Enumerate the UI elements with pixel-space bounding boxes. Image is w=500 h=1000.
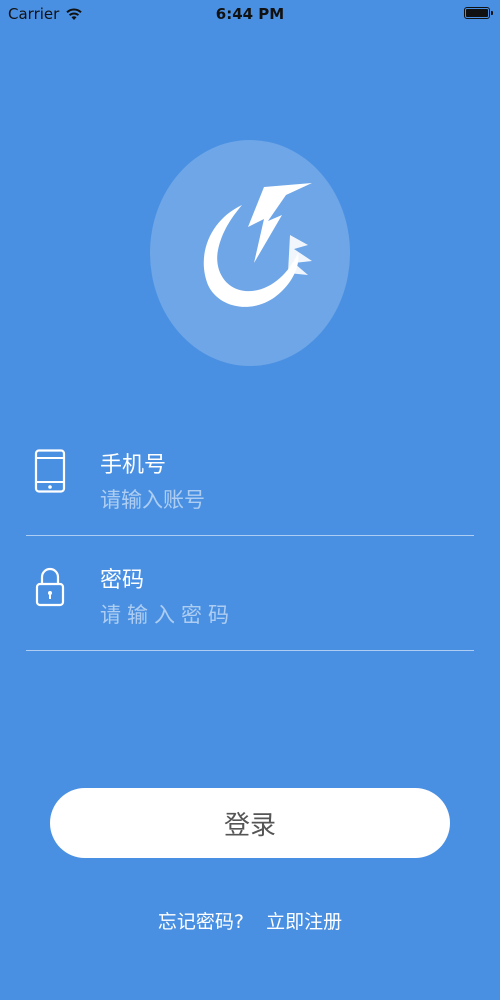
password-label: 密码 bbox=[100, 568, 145, 593]
phone-field: 手机号 bbox=[26, 425, 474, 536]
password-field: 密码 bbox=[26, 540, 474, 651]
phone-input[interactable] bbox=[100, 483, 450, 517]
battery-icon bbox=[464, 7, 493, 19]
login-button[interactable]: 登录 bbox=[50, 788, 450, 858]
forgot-password-link[interactable]: 忘记密码? bbox=[158, 911, 244, 933]
lock-icon bbox=[35, 567, 65, 607]
password-input[interactable] bbox=[100, 598, 450, 632]
clock: 6:44 PM bbox=[215, 5, 285, 23]
bottom-links: 忘记密码? 立即注册 bbox=[0, 907, 500, 934]
phone-label: 手机号 bbox=[100, 453, 167, 478]
status-bar: Carrier 6:44 PM bbox=[0, 0, 500, 30]
register-link[interactable]: 立即注册 bbox=[266, 911, 342, 933]
app-logo bbox=[150, 140, 350, 366]
phone-icon bbox=[34, 449, 66, 493]
bird-logo-icon bbox=[203, 183, 312, 307]
